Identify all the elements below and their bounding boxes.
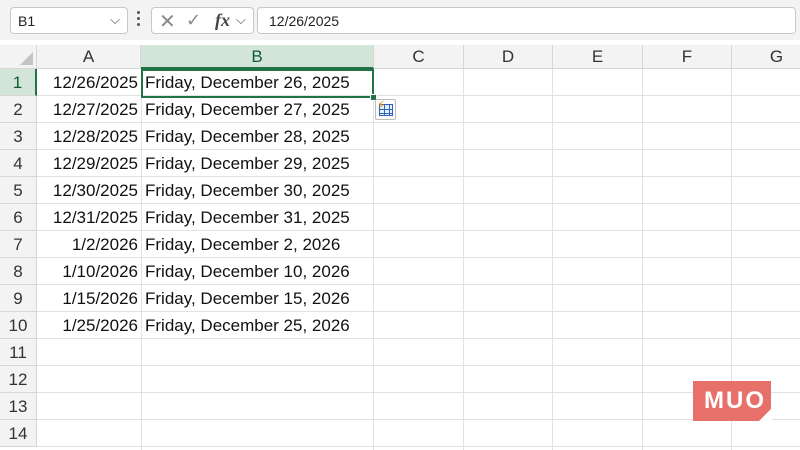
flash-fill-options-icon[interactable]: ⚡ bbox=[375, 98, 396, 120]
row-header[interactable]: 2 bbox=[0, 96, 37, 123]
cell-b8[interactable]: Friday, December 10, 2026 bbox=[145, 258, 373, 285]
row-header[interactable]: 12 bbox=[0, 366, 37, 393]
gridline bbox=[37, 446, 800, 447]
row-header[interactable]: 6 bbox=[0, 204, 37, 231]
cell-b10[interactable]: Friday, December 25, 2026 bbox=[145, 312, 373, 339]
cell-a5[interactable]: 12/30/2025 bbox=[38, 177, 140, 204]
name-box[interactable]: B1 ⌵ bbox=[10, 7, 128, 34]
column-header-a[interactable]: A bbox=[37, 45, 141, 69]
cell-b7[interactable]: Friday, December 2, 2026 bbox=[145, 231, 373, 258]
column-header-f[interactable]: F bbox=[643, 45, 732, 69]
cell-a2[interactable]: 12/27/2025 bbox=[38, 96, 140, 123]
row-header[interactable]: 5 bbox=[0, 177, 37, 204]
cell-b9[interactable]: Friday, December 15, 2026 bbox=[145, 285, 373, 312]
cell-a10[interactable]: 1/25/2026 bbox=[38, 312, 140, 339]
row-header[interactable]: 13 bbox=[0, 393, 37, 420]
cancel-icon[interactable]: ✕ bbox=[159, 9, 176, 34]
name-box-value: B1 bbox=[18, 13, 36, 29]
gridline bbox=[37, 365, 800, 366]
row-header[interactable]: 7 bbox=[0, 231, 37, 258]
chevron-down-icon[interactable]: ⌵ bbox=[236, 12, 246, 28]
column-header-g[interactable]: G bbox=[732, 45, 800, 69]
formula-input[interactable]: 12/26/2025 bbox=[257, 7, 796, 34]
cell-b6[interactable]: Friday, December 31, 2025 bbox=[145, 204, 373, 231]
column-header-b[interactable]: B bbox=[141, 45, 374, 69]
cell-a9[interactable]: 1/15/2026 bbox=[38, 285, 140, 312]
column-header-d[interactable]: D bbox=[464, 45, 553, 69]
row-header[interactable]: 9 bbox=[0, 285, 37, 312]
row-header[interactable]: 8 bbox=[0, 258, 37, 285]
cell-a7[interactable]: 1/2/2026 bbox=[38, 231, 140, 258]
watermark-logo: MUO bbox=[693, 381, 772, 422]
row-header[interactable]: 10 bbox=[0, 312, 37, 339]
lightning-icon: ⚡ bbox=[377, 98, 386, 112]
cell-b2[interactable]: Friday, December 27, 2025 bbox=[145, 96, 373, 123]
select-all-button[interactable] bbox=[0, 45, 37, 69]
cell-a3[interactable]: 12/28/2025 bbox=[38, 123, 140, 150]
gridline bbox=[37, 419, 800, 420]
formula-bar: B1 ⌵ ✕ ✓ fx ⌵ 12/26/2025 bbox=[0, 0, 800, 40]
row-header[interactable]: 3 bbox=[0, 123, 37, 150]
watermark-text: MUO bbox=[704, 387, 766, 414]
cell-a1[interactable]: 12/26/2025 bbox=[38, 69, 140, 96]
row-header[interactable]: 11 bbox=[0, 339, 37, 366]
enter-icon[interactable]: ✓ bbox=[186, 10, 201, 31]
active-cell-outline bbox=[141, 69, 377, 101]
cell-a4[interactable]: 12/29/2025 bbox=[38, 150, 140, 177]
row-header[interactable]: 1 bbox=[0, 69, 37, 96]
cell-b3[interactable]: Friday, December 28, 2025 bbox=[145, 123, 373, 150]
cell-a6[interactable]: 12/31/2025 bbox=[38, 204, 140, 231]
insert-function-icon[interactable]: fx bbox=[215, 10, 230, 31]
cell-a8[interactable]: 1/10/2026 bbox=[38, 258, 140, 285]
row-header[interactable]: 14 bbox=[0, 420, 37, 447]
row-header[interactable]: 4 bbox=[0, 150, 37, 177]
gridline bbox=[37, 392, 800, 393]
column-header-e[interactable]: E bbox=[553, 45, 643, 69]
cell-b4[interactable]: Friday, December 29, 2025 bbox=[145, 150, 373, 177]
chevron-down-icon[interactable]: ⌵ bbox=[110, 12, 120, 28]
more-options-icon[interactable] bbox=[136, 11, 142, 29]
formula-controls: ✕ ✓ fx ⌵ bbox=[151, 7, 254, 34]
cell-b5[interactable]: Friday, December 30, 2025 bbox=[145, 177, 373, 204]
column-header-c[interactable]: C bbox=[374, 45, 464, 69]
